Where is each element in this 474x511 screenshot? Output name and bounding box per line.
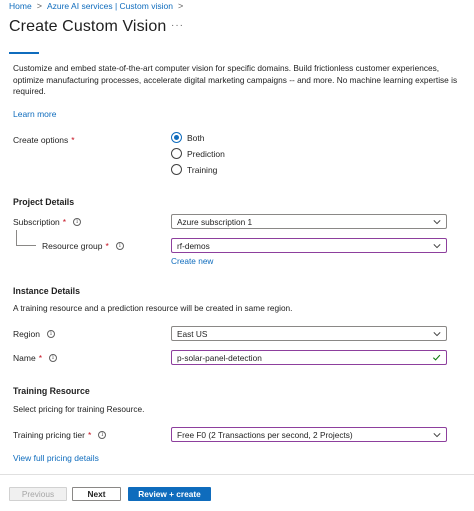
name-label: Name * [13,353,57,363]
radio-unchecked-icon[interactable] [171,148,182,159]
create-options-label: Create options * [13,135,75,145]
pricing-tier-label: Training pricing tier * [13,430,107,440]
info-icon[interactable] [115,242,124,250]
subscription-select[interactable]: Azure subscription 1 [171,214,447,229]
resource-group-label-text: Resource group [42,241,103,251]
radio-checked-icon[interactable] [171,132,182,143]
radio-label-both: Both [187,132,205,143]
resource-group-label: Resource group * [42,241,124,251]
breadcrumb-services-link[interactable]: Azure AI services | Custom vision [47,1,173,11]
radio-unchecked-icon[interactable] [171,164,182,175]
subscription-value: Azure subscription 1 [177,216,253,227]
review-create-button[interactable]: Review + create [128,487,211,501]
breadcrumb-separator: > [36,1,42,11]
region-select[interactable]: East US [171,326,447,341]
region-value: East US [177,328,208,339]
pricing-tier-value: Free F0 (2 Transactions per second, 2 Pr… [177,429,353,440]
next-button[interactable]: Next [72,487,121,501]
region-label: Region [13,329,55,339]
required-marker: * [38,353,42,363]
required-marker: * [62,217,67,227]
chevron-down-icon [433,332,441,337]
radio-option-prediction[interactable]: Prediction [171,148,225,159]
name-value: p-solar-panel-detection [177,352,262,363]
radio-label-prediction: Prediction [187,148,225,159]
create-options-label-text: Create options [13,135,69,145]
view-pricing-link[interactable]: View full pricing details [13,453,99,463]
name-input[interactable]: p-solar-panel-detection [171,350,447,365]
learn-more-link[interactable]: Learn more [13,109,56,119]
breadcrumb-home-link[interactable]: Home [9,1,32,11]
breadcrumb: Home > Azure AI services | Custom vision… [9,1,188,11]
training-resource-note: Select pricing for training Resource. [13,404,145,414]
training-resource-heading: Training Resource [13,386,90,396]
radio-label-training: Training [187,164,218,175]
project-details-heading: Project Details [13,197,75,207]
create-new-link[interactable]: Create new [171,256,213,266]
previous-button[interactable]: Previous [9,487,67,501]
chevron-down-icon [433,244,441,249]
name-label-text: Name [13,353,36,363]
title-underline [9,52,39,54]
resource-group-value: rf-demos [177,240,210,251]
more-icon[interactable]: ··· [171,20,184,31]
subscription-label-text: Subscription [13,217,60,227]
subscription-label: Subscription * [13,217,82,227]
radio-option-both[interactable]: Both [171,132,205,143]
required-marker: * [105,241,109,251]
checkmark-icon [432,354,441,361]
resource-group-select[interactable]: rf-demos [171,238,447,253]
chevron-down-icon [433,220,441,225]
region-label-text: Region [13,329,40,339]
chevron-down-icon [433,433,441,438]
required-marker: * [71,135,75,145]
instance-details-note: A training resource and a prediction res… [13,303,293,313]
pricing-tier-select[interactable]: Free F0 (2 Transactions per second, 2 Pr… [171,427,447,442]
radio-option-training[interactable]: Training [171,164,217,175]
required-marker: * [87,430,92,440]
page-title: Create Custom Vision [9,18,167,35]
tree-connector [16,230,36,246]
instance-details-heading: Instance Details [13,286,80,296]
info-icon[interactable] [73,218,82,226]
info-icon[interactable] [46,330,55,338]
info-icon[interactable] [98,431,107,439]
info-icon[interactable] [49,354,57,362]
pricing-tier-label-text: Training pricing tier [13,430,85,440]
breadcrumb-separator: > [177,1,184,11]
page-description: Customize and embed state-of-the-art com… [13,63,458,96]
